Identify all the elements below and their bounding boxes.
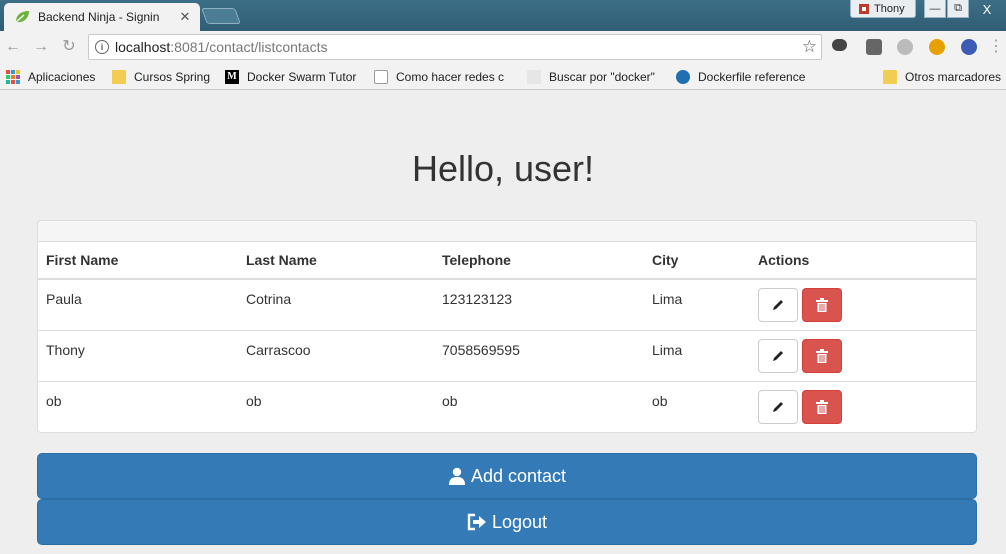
bookmark-otros-marcadores[interactable]: Otros marcadores bbox=[883, 68, 1006, 85]
bookmark-apps[interactable]: Aplicaciones bbox=[6, 68, 106, 85]
contacts-panel: First Name Last Name Telephone City Acti… bbox=[37, 220, 977, 433]
bookmark-cursos-spring[interactable]: Cursos Spring bbox=[112, 68, 217, 85]
cell-first-name: Paula bbox=[38, 279, 238, 331]
browser-toolbar: ← → ↻ i localhost:8081/contact/listconta… bbox=[0, 31, 1006, 63]
pencil-icon bbox=[773, 350, 783, 361]
trash-icon bbox=[816, 399, 828, 414]
panel-heading bbox=[38, 221, 976, 242]
lightbulb-extension-icon[interactable] bbox=[866, 39, 882, 55]
url-path: :8081/contact/listcontacts bbox=[170, 39, 328, 55]
profile-button[interactable]: Thony bbox=[850, 0, 916, 18]
tab-close-icon[interactable]: ✕ bbox=[178, 9, 192, 25]
cell-telephone: 7058569595 bbox=[434, 330, 644, 382]
header-last-name: Last Name bbox=[238, 242, 434, 280]
docker-icon bbox=[676, 69, 690, 84]
circle-extension-icon[interactable] bbox=[897, 39, 913, 55]
table-row: Thony Carrascoo 7058569595 Lima bbox=[38, 330, 976, 382]
pencil-icon bbox=[773, 401, 783, 412]
bookmark-buscar-docker[interactable]: Buscar por "docker" bbox=[527, 68, 661, 85]
edit-button[interactable] bbox=[758, 288, 798, 322]
header-city: City bbox=[644, 242, 750, 280]
block-extension-icon[interactable] bbox=[961, 39, 977, 55]
edit-button[interactable] bbox=[758, 338, 798, 373]
page-title: Hello, user! bbox=[411, 148, 595, 189]
header-first-name: First Name bbox=[38, 242, 238, 280]
cell-city: Lima bbox=[644, 279, 750, 331]
trash-icon bbox=[816, 348, 828, 363]
cell-telephone: 123123123 bbox=[434, 279, 644, 331]
cell-first-name: ob bbox=[46, 392, 62, 409]
delete-button[interactable] bbox=[802, 288, 842, 322]
cell-city: ob bbox=[652, 392, 668, 409]
folder-icon bbox=[112, 69, 126, 84]
cell-actions bbox=[750, 330, 976, 382]
cell-telephone: ob bbox=[442, 392, 458, 409]
cell-city: Lima bbox=[644, 330, 750, 382]
logout-label: Logout bbox=[491, 511, 548, 532]
profile-name: Thony bbox=[874, 2, 905, 15]
folder-icon bbox=[883, 69, 897, 84]
cell-actions bbox=[750, 381, 976, 432]
browser-tab[interactable]: Backend Ninja - Signin ✕ bbox=[4, 3, 200, 31]
logout-button[interactable]: Logout bbox=[37, 499, 977, 545]
table-row: Paula Cotrina 123123123 Lima bbox=[38, 279, 976, 331]
bookmarks-bar: Aplicaciones Cursos Spring M Docker Swar… bbox=[0, 63, 1006, 90]
bookmark-dockerfile[interactable]: Dockerfile reference bbox=[676, 68, 810, 85]
info-icon[interactable]: i bbox=[95, 40, 109, 54]
chat-extension-icon[interactable] bbox=[832, 39, 847, 51]
browser-titlebar: Backend Ninja - Signin ✕ Thony — ⧉ X bbox=[0, 0, 1006, 31]
url-host: localhost bbox=[115, 39, 171, 55]
delete-button[interactable] bbox=[802, 389, 842, 424]
cell-actions bbox=[750, 279, 976, 331]
bookmark-docker-swarm[interactable]: M Docker Swarm Tutor bbox=[225, 68, 361, 85]
trash-icon bbox=[816, 298, 828, 312]
user-icon bbox=[448, 467, 465, 485]
address-bar[interactable]: i localhost:8081/contact/listcontacts ☆ bbox=[88, 34, 822, 60]
blank-page-icon bbox=[527, 69, 541, 84]
delete-button[interactable] bbox=[802, 338, 842, 373]
bookmark-label: Otros marcadores bbox=[905, 69, 1002, 84]
logout-icon bbox=[467, 513, 486, 531]
edit-button[interactable] bbox=[758, 389, 798, 424]
cell-last-name: Carrascoo bbox=[238, 330, 434, 382]
bookmark-label: Aplicaciones bbox=[28, 69, 96, 84]
header-actions: Actions bbox=[750, 242, 976, 280]
apps-icon bbox=[6, 69, 20, 84]
window-close-button[interactable]: X bbox=[970, 0, 1004, 18]
contacts-table: First Name Last Name Telephone City Acti… bbox=[38, 242, 976, 432]
new-tab-button[interactable] bbox=[201, 8, 241, 24]
page-icon bbox=[374, 69, 388, 84]
pencil-icon bbox=[773, 300, 783, 310]
add-contact-button[interactable]: Add contact bbox=[37, 453, 977, 499]
bookmark-label: Cursos Spring bbox=[134, 69, 211, 84]
bookmark-label: Buscar por "docker" bbox=[549, 69, 655, 84]
bookmark-label: Dockerfile reference bbox=[698, 69, 806, 84]
spring-leaf-icon bbox=[15, 11, 29, 23]
header-telephone: Telephone bbox=[434, 242, 644, 280]
bookmark-redes[interactable]: Como hacer redes c bbox=[374, 68, 512, 85]
bookmark-star-icon[interactable]: ☆ bbox=[802, 37, 817, 57]
profile-icon bbox=[859, 3, 869, 14]
forward-arrow-icon[interactable]: → bbox=[32, 38, 50, 56]
minimize-button[interactable]: — bbox=[924, 0, 946, 18]
cell-last-name: Cotrina bbox=[238, 279, 434, 331]
bookmark-label: Como hacer redes c bbox=[396, 69, 505, 84]
cell-first-name: Thony bbox=[38, 330, 238, 382]
menu-dots-icon[interactable]: ⋮ bbox=[988, 38, 1004, 56]
reload-icon[interactable]: ↻ bbox=[60, 38, 78, 56]
tab-title: Backend Ninja - Signin bbox=[38, 10, 160, 24]
back-arrow-icon[interactable]: ← bbox=[4, 38, 22, 56]
eye-extension-icon[interactable] bbox=[929, 39, 945, 55]
restore-button[interactable]: ⧉ bbox=[947, 0, 969, 18]
table-header-row: First Name Last Name Telephone City Acti… bbox=[38, 242, 976, 280]
table-row: ob ob ob ob bbox=[38, 381, 976, 432]
add-contact-label: Add contact bbox=[470, 465, 567, 486]
medium-icon: M bbox=[225, 69, 239, 84]
bookmark-label: Docker Swarm Tutor bbox=[247, 69, 357, 84]
cell-last-name: ob bbox=[246, 392, 262, 409]
